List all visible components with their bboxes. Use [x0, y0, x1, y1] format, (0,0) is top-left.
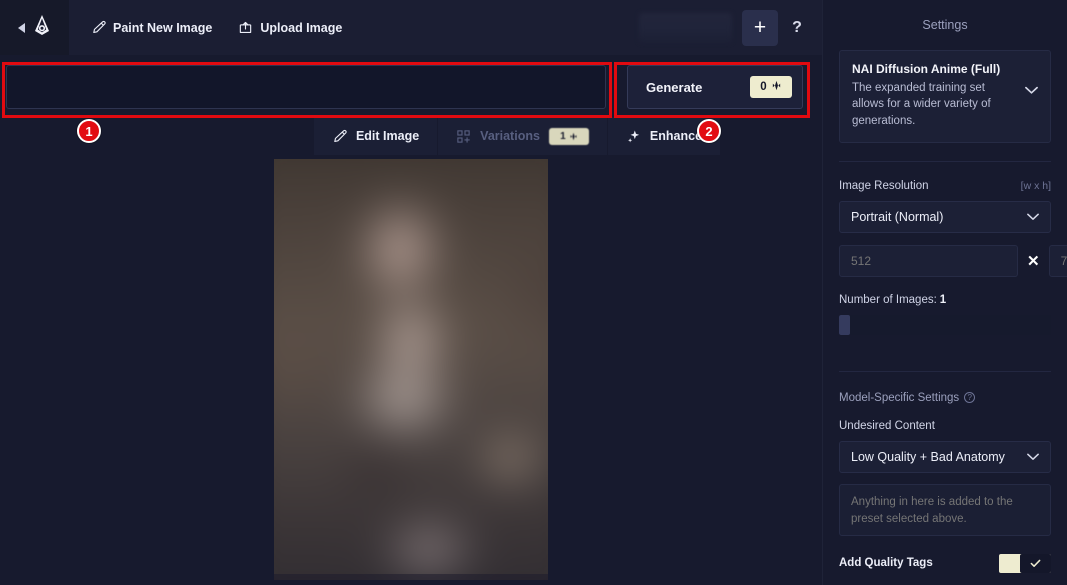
chevron-down-icon[interactable] — [1025, 84, 1038, 97]
model-specific-heading-row: Model-Specific Settings ? — [839, 392, 1051, 404]
resolution-label: Image Resolution — [839, 179, 929, 192]
number-of-images-slider[interactable] — [839, 314, 1051, 335]
generate-label: Generate — [646, 79, 703, 95]
check-icon — [1020, 553, 1051, 573]
dimensions-row: ✕ — [839, 244, 1067, 277]
annotation-marker-2: 2 — [697, 119, 721, 143]
upload-image-label: Upload Image — [260, 20, 343, 35]
info-icon[interactable]: ? — [964, 392, 976, 404]
chevron-down-icon[interactable] — [1027, 210, 1039, 224]
edit-image-label: Edit Image — [355, 129, 420, 143]
generated-image-content — [274, 159, 548, 580]
model-description: The expanded training set allows for a w… — [852, 82, 991, 127]
upload-image-button[interactable]: Upload Image — [234, 14, 346, 41]
left-triangle-icon[interactable] — [17, 22, 25, 33]
annotation-marker-1: 1 — [77, 119, 101, 143]
generate-button[interactable]: Generate 0 — [627, 65, 803, 109]
header-right-controls: + ? — [639, 9, 822, 46]
model-section: NAI Diffusion Anime (Full) The expanded … — [839, 50, 1051, 157]
height-input[interactable] — [1048, 244, 1067, 277]
edit-image-button[interactable]: Edit Image — [313, 117, 439, 155]
image-action-group: Edit Image Variations 1 Enhance — [313, 117, 721, 155]
prompt-input[interactable] — [6, 65, 606, 109]
number-of-images-value: 1 — [939, 293, 947, 306]
number-of-images-row: Number of Images: 1 — [839, 294, 1051, 306]
model-name: NAI Diffusion Anime (Full) — [852, 62, 1001, 76]
resolution-section: Image Resolution [w x h] Portrait (Norma… — [839, 180, 1067, 349]
variations-button[interactable]: Variations 1 — [438, 117, 608, 155]
chevron-down-icon[interactable] — [1027, 450, 1039, 464]
undesired-content-label: Undesired Content — [839, 419, 935, 432]
model-card-text: NAI Diffusion Anime (Full) The expanded … — [852, 62, 1019, 129]
resolution-label-row: Image Resolution [w x h] — [839, 180, 1051, 192]
undesired-content-textarea[interactable] — [839, 483, 1051, 536]
prompt-field-wrap — [6, 65, 606, 109]
grid-plus-icon — [456, 129, 471, 144]
header-logo-area — [0, 0, 69, 55]
anlas-icon — [771, 80, 782, 94]
upload-icon — [238, 20, 253, 35]
width-input[interactable] — [839, 244, 1018, 277]
resolution-hint: [w x h] — [1020, 179, 1051, 192]
image-canvas-area — [0, 155, 822, 585]
settings-title: Settings — [922, 18, 968, 32]
sparkle-icon — [626, 129, 641, 144]
variations-label: Variations — [480, 129, 540, 143]
image-bottom-overlay — [274, 574, 548, 580]
model-selector-card[interactable]: NAI Diffusion Anime (Full) The expanded … — [839, 50, 1051, 143]
brush-icon — [332, 129, 347, 144]
top-header-bar: Paint New Image Upload Image + ? — [0, 0, 822, 55]
quality-tags-label: Add Quality Tags — [839, 557, 933, 570]
prompt-row: Generate 0 — [0, 55, 822, 117]
variations-cost-badge: 1 — [548, 127, 589, 145]
number-of-images-label: Number of Images: — [839, 293, 937, 306]
undesired-content-preset-value: Low Quality + Bad Anatomy — [851, 449, 1005, 464]
paint-new-image-button[interactable]: Paint New Image — [87, 14, 216, 41]
resolution-preset-value: Portrait (Normal) — [851, 209, 944, 224]
slider-knob[interactable] — [839, 314, 850, 335]
resolution-preset-select[interactable]: Portrait (Normal) — [839, 200, 1051, 233]
account-pill-blurred[interactable] — [639, 12, 732, 43]
model-specific-heading: Model-Specific Settings — [839, 391, 960, 404]
settings-sidebar: Settings NAI Diffusion Anime (Full) The … — [822, 0, 1067, 585]
brush-icon — [91, 20, 106, 35]
anlas-icon — [569, 132, 578, 141]
add-button[interactable]: + — [742, 9, 778, 46]
dimension-separator-icon: ✕ — [1027, 252, 1040, 270]
header-actions: Paint New Image Upload Image — [69, 14, 639, 41]
quality-tags-row: Add Quality Tags — [839, 553, 1051, 573]
undesired-content-preset-select[interactable]: Low Quality + Bad Anatomy — [839, 440, 1051, 473]
model-specific-section: Model-Specific Settings ? Undesired Cont… — [839, 392, 1051, 585]
generate-cost-badge: 0 — [750, 76, 792, 98]
divider — [839, 370, 1051, 372]
help-button[interactable]: ? — [778, 10, 816, 46]
paint-new-image-label: Paint New Image — [113, 20, 213, 35]
quality-tags-toggle[interactable] — [999, 553, 1051, 573]
enhance-label: Enhance — [649, 129, 703, 143]
variations-cost-value: 1 — [560, 130, 566, 142]
generated-image[interactable] — [274, 159, 548, 580]
main-column: Paint New Image Upload Image + ? Generat… — [0, 0, 822, 585]
generate-wrap: Generate 0 — [627, 65, 803, 109]
divider — [839, 160, 1051, 162]
app-root: Paint New Image Upload Image + ? Generat… — [0, 0, 1067, 585]
novelai-quill-logo[interactable] — [32, 14, 52, 41]
cost-value: 0 — [760, 81, 767, 93]
